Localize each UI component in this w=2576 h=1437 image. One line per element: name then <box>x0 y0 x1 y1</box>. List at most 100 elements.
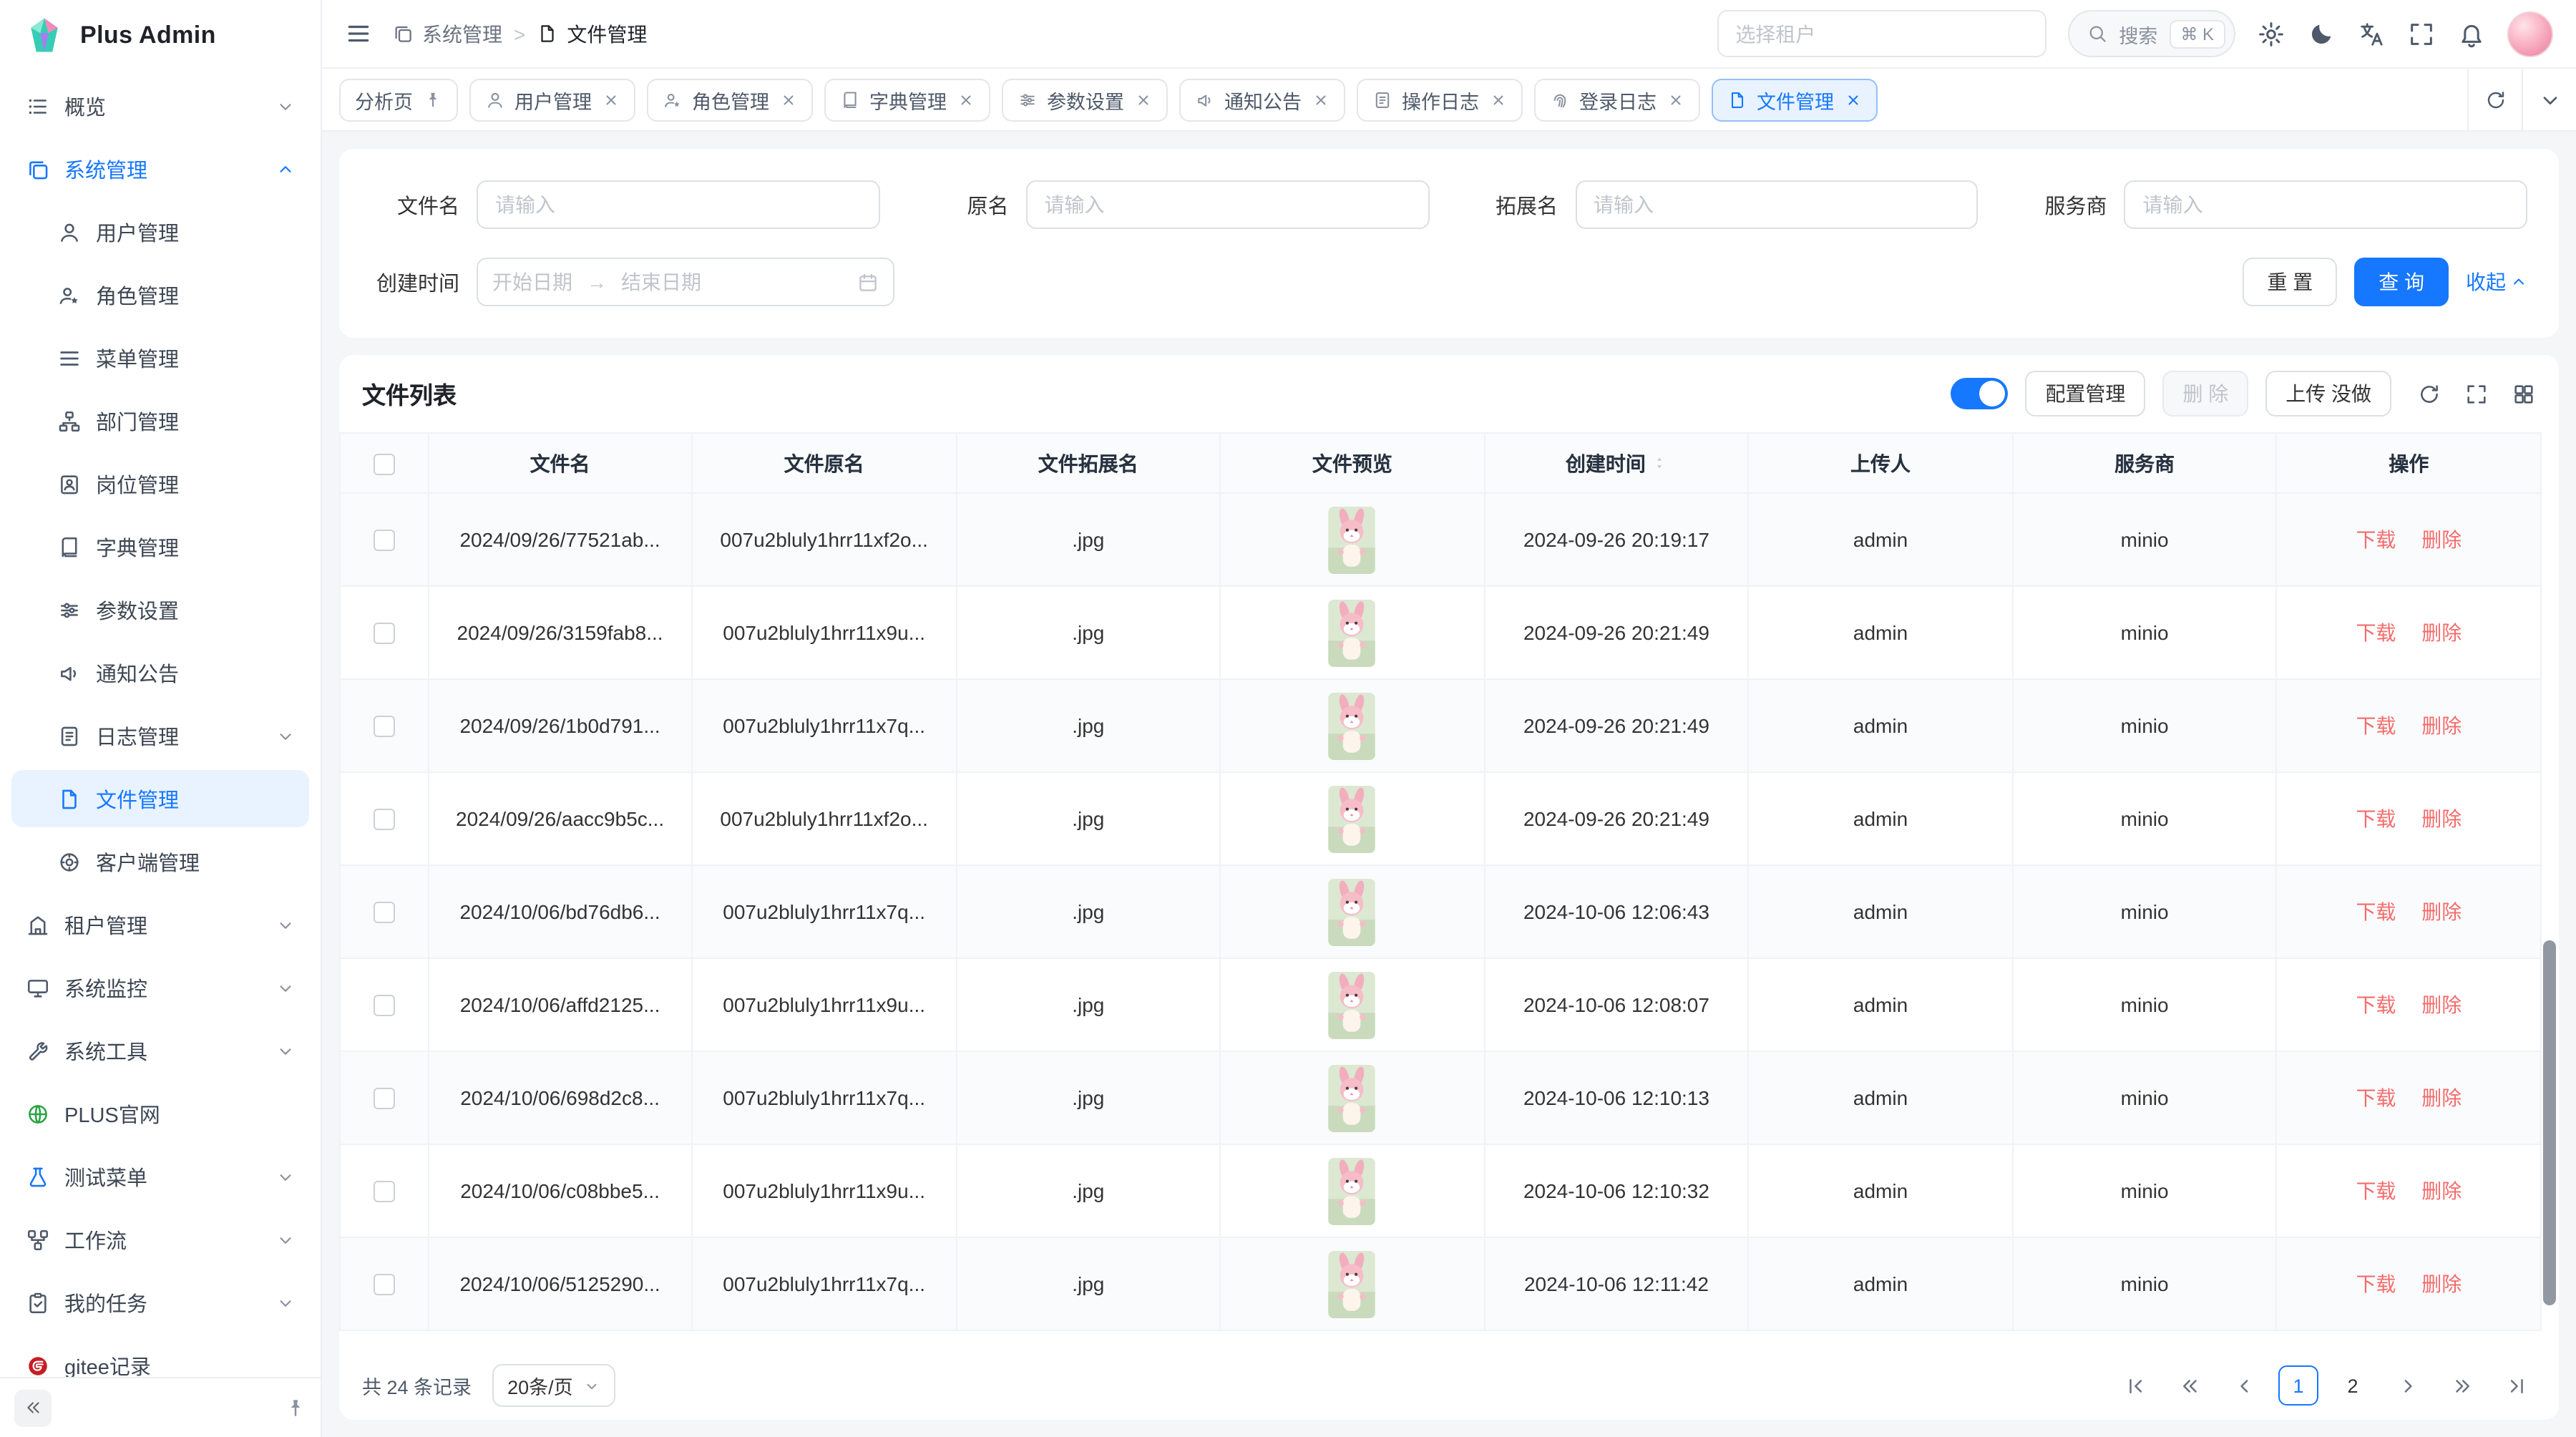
reset-button[interactable]: 重 置 <box>2243 258 2337 306</box>
row-checkbox[interactable] <box>374 1182 395 1203</box>
fullscreen-icon[interactable] <box>2464 381 2489 406</box>
delete-link[interactable]: 删除 <box>2421 621 2462 644</box>
file-preview-thumbnail[interactable] <box>1329 599 1376 666</box>
sidebar-item[interactable]: 租户管理 <box>11 896 309 953</box>
table-scrollbar[interactable] <box>2543 940 2556 1305</box>
translate-icon[interactable] <box>2357 19 2386 48</box>
sidebar-item[interactable]: 部门管理 <box>11 392 309 449</box>
sidebar-item[interactable]: 系统管理 <box>11 140 309 198</box>
query-button[interactable]: 查 询 <box>2354 258 2449 306</box>
collapse-filters-link[interactable]: 收起 <box>2466 268 2527 296</box>
file-preview-thumbnail[interactable] <box>1329 506 1376 573</box>
file-preview-thumbnail[interactable] <box>1329 692 1376 759</box>
filter-input[interactable] <box>2124 180 2528 229</box>
jump-back-button[interactable] <box>2170 1365 2210 1406</box>
row-checkbox[interactable] <box>374 1275 395 1296</box>
tab[interactable]: 参数设置 <box>1001 78 1167 121</box>
tab[interactable]: 文件管理 <box>1711 78 1877 121</box>
select-all-checkbox[interactable] <box>374 454 395 475</box>
column-settings-icon[interactable] <box>2512 381 2536 406</box>
sidebar-item[interactable]: 客户端管理 <box>11 833 309 890</box>
refresh-icon[interactable] <box>2417 381 2441 406</box>
jump-forward-button[interactable] <box>2441 1365 2482 1406</box>
filter-input[interactable] <box>1575 180 1979 229</box>
page-2-button[interactable]: 2 <box>2333 1365 2373 1406</box>
download-link[interactable]: 下载 <box>2356 1272 2396 1295</box>
tab-close-icon[interactable] <box>1844 91 1861 108</box>
tab-refresh-button[interactable] <box>2467 69 2522 130</box>
filter-input[interactable] <box>1026 180 1430 229</box>
tab-close-icon[interactable] <box>957 91 974 108</box>
row-checkbox[interactable] <box>374 809 395 831</box>
last-page-button[interactable] <box>2496 1365 2536 1406</box>
tab[interactable]: 字典管理 <box>824 78 990 121</box>
user-avatar[interactable] <box>2507 11 2553 57</box>
fullscreen-icon[interactable] <box>2407 19 2436 48</box>
tab[interactable]: 登录日志 <box>1533 78 1699 121</box>
tab-close-icon[interactable] <box>1667 91 1684 108</box>
filter-input[interactable] <box>477 180 880 229</box>
sidebar-item[interactable]: 菜单管理 <box>11 329 309 386</box>
sidebar-item[interactable]: 参数设置 <box>11 581 309 638</box>
prev-page-button[interactable] <box>2224 1365 2264 1406</box>
sidebar-item[interactable]: gitee记录 <box>11 1337 309 1377</box>
date-range-picker[interactable]: 开始日期 → 结束日期 <box>477 258 894 306</box>
file-preview-thumbnail[interactable] <box>1329 1157 1376 1224</box>
global-search[interactable]: 搜索 ⌘ K <box>2067 10 2235 57</box>
sidebar-item[interactable]: 日志管理 <box>11 707 309 764</box>
sidebar-item[interactable]: 测试菜单 <box>11 1148 309 1205</box>
breadcrumb-item-system[interactable]: 系统管理 <box>392 19 502 48</box>
file-preview-thumbnail[interactable] <box>1329 1250 1376 1317</box>
tab[interactable]: 操作日志 <box>1356 78 1522 121</box>
tab-close-icon[interactable] <box>602 91 619 108</box>
hamburger-menu-icon[interactable] <box>345 20 372 47</box>
config-management-button[interactable]: 配置管理 <box>2025 371 2145 417</box>
app-logo[interactable]: Plus Admin <box>0 0 321 72</box>
sidebar-item[interactable]: 工作流 <box>11 1211 309 1268</box>
row-checkbox[interactable] <box>374 716 395 738</box>
delete-link[interactable]: 删除 <box>2421 714 2462 737</box>
download-link[interactable]: 下载 <box>2356 1086 2396 1109</box>
download-link[interactable]: 下载 <box>2356 714 2396 737</box>
dark-mode-moon-icon[interactable] <box>2307 19 2336 48</box>
delete-link[interactable]: 删除 <box>2421 993 2462 1016</box>
sidebar-item[interactable]: 角色管理 <box>11 266 309 323</box>
row-checkbox[interactable] <box>374 530 395 552</box>
download-link[interactable]: 下载 <box>2356 993 2396 1016</box>
tab[interactable]: 用户管理 <box>469 78 635 121</box>
download-link[interactable]: 下载 <box>2356 1179 2396 1202</box>
file-preview-thumbnail[interactable] <box>1329 785 1376 852</box>
pin-icon[interactable] <box>285 1397 306 1418</box>
page-1-button[interactable]: 1 <box>2278 1365 2318 1406</box>
delete-link[interactable]: 删除 <box>2421 1179 2462 1202</box>
download-link[interactable]: 下载 <box>2356 900 2396 923</box>
file-preview-thumbnail[interactable] <box>1329 971 1376 1038</box>
tab-close-icon[interactable] <box>1134 91 1151 108</box>
sidebar-item[interactable]: 岗位管理 <box>11 455 309 512</box>
sidebar-collapse-button[interactable] <box>14 1389 52 1426</box>
toggle-switch[interactable] <box>1951 378 2008 409</box>
tenant-select-input[interactable] <box>1717 10 2046 57</box>
tab[interactable]: 角色管理 <box>646 78 812 121</box>
page-size-select[interactable]: 20条/页 <box>492 1364 616 1407</box>
tab-close-icon[interactable] <box>1312 91 1329 108</box>
sidebar-item[interactable]: 字典管理 <box>11 518 309 575</box>
tab-close-icon[interactable] <box>779 91 796 108</box>
tab[interactable]: 通知公告 <box>1179 78 1345 121</box>
delete-button[interactable]: 删 除 <box>2162 371 2248 417</box>
row-checkbox[interactable] <box>374 623 395 645</box>
tab-options-button[interactable] <box>2522 69 2576 130</box>
download-link[interactable]: 下载 <box>2356 807 2396 830</box>
delete-link[interactable]: 删除 <box>2421 1272 2462 1295</box>
delete-link[interactable]: 删除 <box>2421 528 2462 551</box>
tab[interactable]: 分析页 <box>339 78 457 121</box>
row-checkbox[interactable] <box>374 995 395 1017</box>
upload-button[interactable]: 上传 没做 <box>2265 371 2391 417</box>
tab-pin-icon[interactable] <box>423 90 441 109</box>
delete-link[interactable]: 删除 <box>2421 807 2462 830</box>
tab-close-icon[interactable] <box>1489 91 1506 108</box>
breadcrumb-item-file[interactable]: 文件管理 <box>537 19 647 48</box>
sort-icon[interactable] <box>1652 452 1667 474</box>
sidebar-item[interactable]: 用户管理 <box>11 203 309 260</box>
sidebar-item[interactable]: 概览 <box>11 77 309 135</box>
